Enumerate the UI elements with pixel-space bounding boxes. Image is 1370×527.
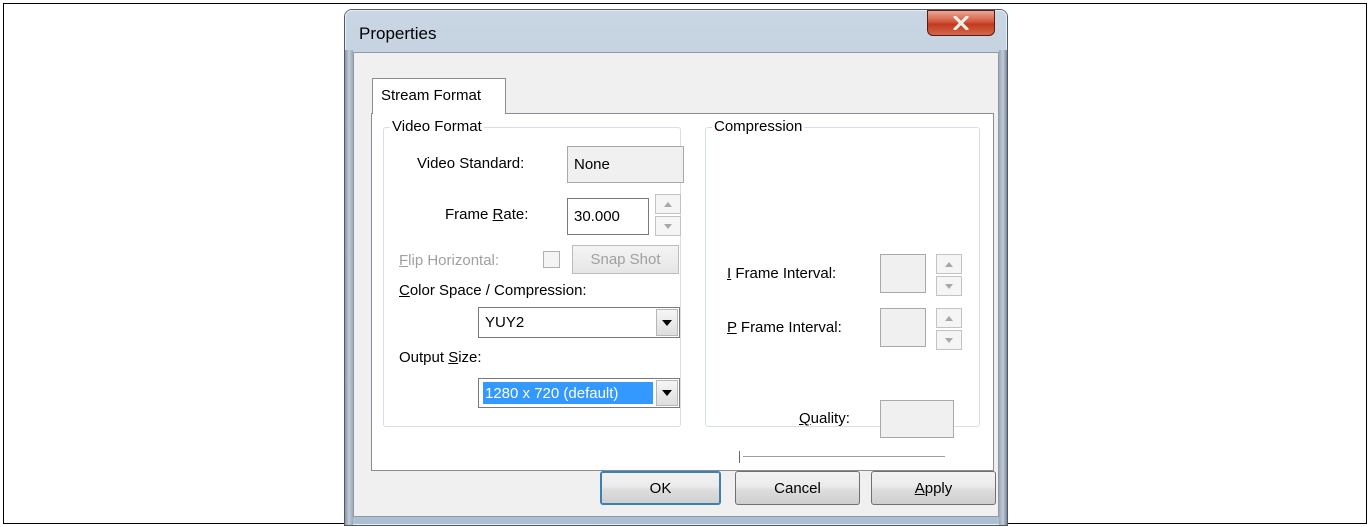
color-space-value: YUY2: [485, 313, 525, 331]
output-size-label: Output Size:: [399, 349, 482, 366]
output-size-dropdown-button[interactable]: [656, 380, 678, 406]
down-arrow-icon: [945, 283, 953, 289]
down-arrow-icon: [664, 223, 672, 229]
tab-stream-format[interactable]: Stream Format: [372, 78, 506, 114]
window-border-left: [345, 50, 353, 525]
down-arrow-icon: [945, 337, 953, 343]
video-standard-value: None: [574, 156, 610, 173]
video-standard-label: Video Standard:: [417, 155, 525, 172]
cancel-button[interactable]: Cancel: [735, 471, 860, 505]
up-arrow-icon: [664, 201, 672, 207]
frame-rate-value: 30.000: [574, 208, 620, 225]
frame-rate-spin-down[interactable]: [655, 216, 681, 236]
chevron-down-icon: [662, 390, 672, 396]
tab-label: Stream Format: [381, 87, 482, 104]
video-format-group-title: Video Format: [390, 118, 484, 135]
dialog-client-area: Stream Format Video Format Video Standar…: [353, 52, 999, 517]
window-title: Properties: [359, 24, 437, 43]
video-standard-field: None: [567, 146, 684, 183]
output-size-select[interactable]: 1280 x 720 (default): [478, 378, 680, 408]
quality-slider-track: [743, 456, 945, 459]
frame-rate-input[interactable]: 30.000: [567, 198, 649, 235]
window-border-right: [999, 50, 1007, 525]
i-frame-spin-up[interactable]: [936, 254, 962, 274]
snap-shot-button[interactable]: Snap Shot: [572, 245, 679, 274]
p-frame-interval-label: P Frame Interval:: [727, 319, 842, 336]
i-frame-interval-label: I Frame Interval:: [727, 265, 837, 282]
flip-horizontal-checkbox[interactable]: [543, 251, 560, 268]
up-arrow-icon: [945, 261, 953, 267]
i-frame-interval-field: [880, 254, 926, 293]
quality-slider-thumb[interactable]: [739, 451, 742, 463]
chevron-down-icon: [662, 319, 672, 326]
apply-button[interactable]: Apply: [871, 471, 996, 505]
close-icon: [953, 16, 969, 30]
p-frame-spin-down[interactable]: [936, 330, 962, 350]
i-frame-spin-down[interactable]: [936, 276, 962, 296]
color-space-label: Color Space / Compression:: [399, 282, 587, 299]
frame-rate-spin-up[interactable]: [655, 194, 681, 214]
close-button[interactable]: [927, 10, 995, 36]
output-size-value: 1280 x 720 (default): [483, 382, 653, 404]
color-space-select[interactable]: YUY2: [478, 307, 680, 338]
quality-label: Quality:: [799, 410, 850, 427]
quality-field: [880, 400, 954, 438]
compression-group-title: Compression: [712, 118, 805, 135]
p-frame-interval-field: [880, 308, 926, 347]
color-space-dropdown-button[interactable]: [656, 309, 678, 336]
ok-button[interactable]: OK: [600, 471, 721, 505]
up-arrow-icon: [945, 315, 953, 321]
flip-horizontal-label: Flip Horizontal:: [399, 252, 500, 269]
tab-panel-stream-format: Video Format Video Standard: None Frame …: [371, 113, 994, 471]
frame-rate-label: Frame Rate:: [445, 206, 529, 223]
properties-window: Properties Stream Format Video Format Vi…: [345, 10, 1007, 525]
p-frame-spin-up[interactable]: [936, 308, 962, 328]
